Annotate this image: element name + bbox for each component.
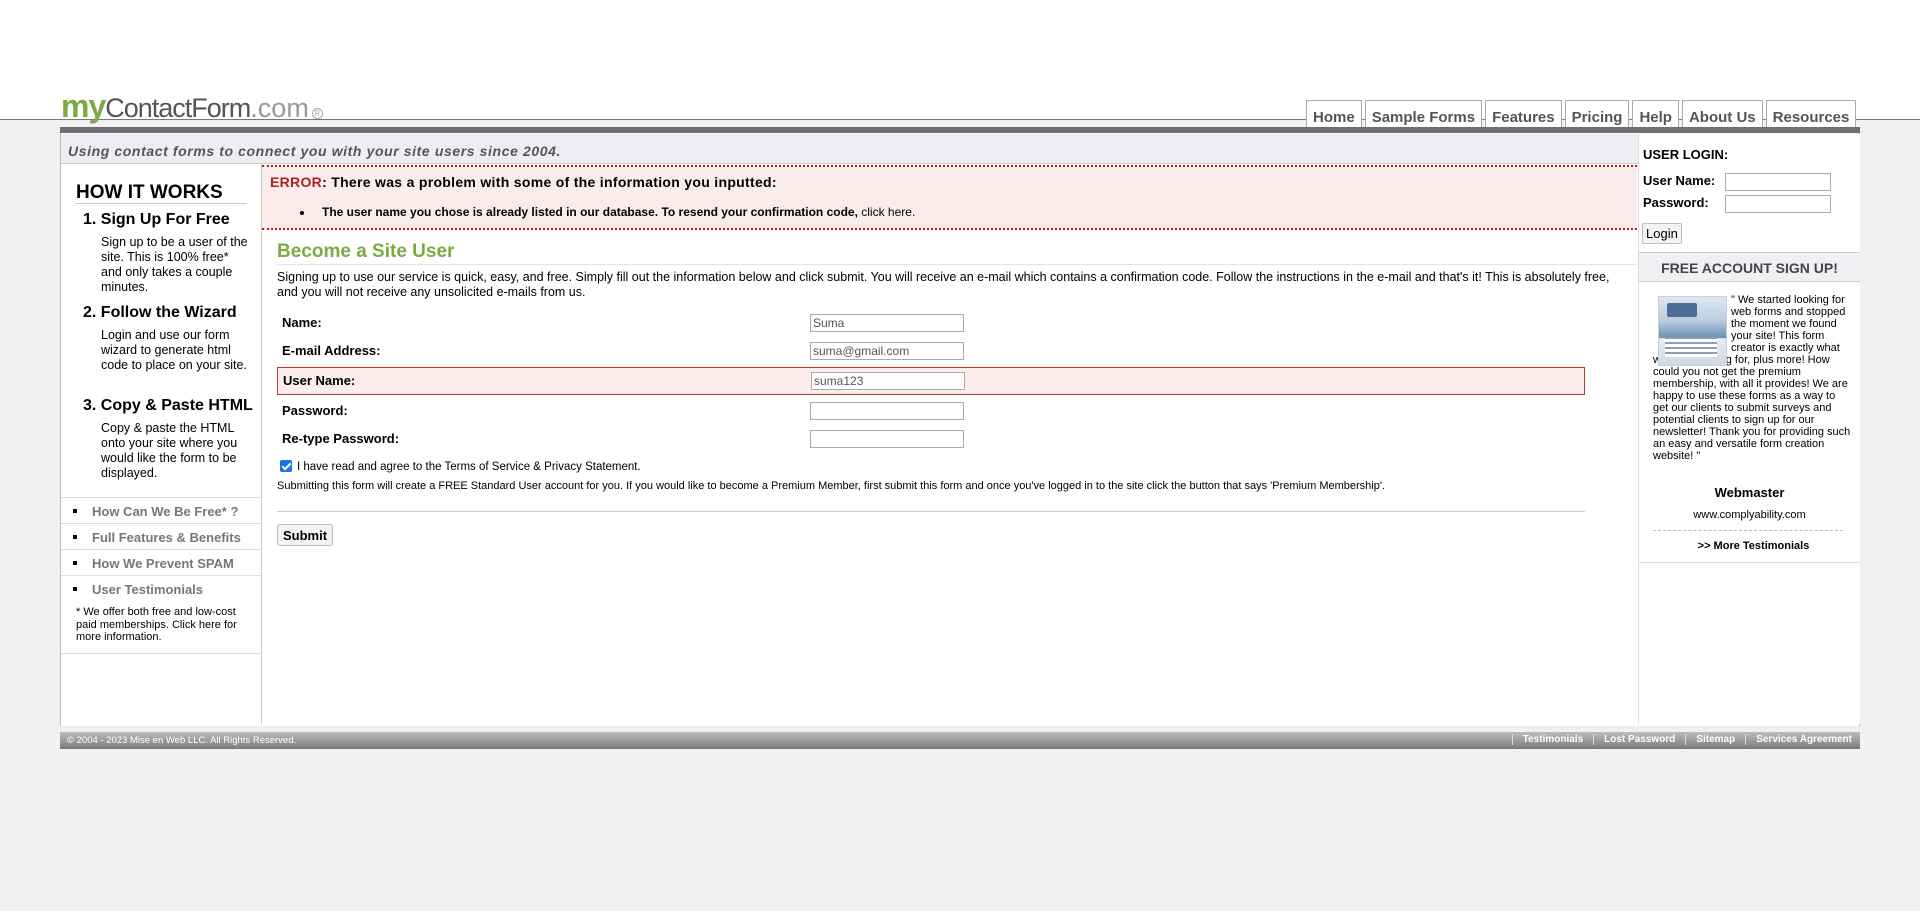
login-button[interactable]: Login <box>1642 223 1682 244</box>
nav-tab-resources[interactable]: Resources <box>1765 100 1857 127</box>
copyright: © 2004 - 2023 Mise en Web LLC. All Right… <box>67 735 297 746</box>
form-title-divider <box>277 264 1637 265</box>
username-field[interactable] <box>811 372 965 390</box>
username-row: User Name: <box>277 367 1585 395</box>
footer-link-services-agreement[interactable]: Services Agreement <box>1745 734 1852 745</box>
registered-icon: R <box>311 108 323 120</box>
step-3-title: 3. Copy & Paste HTML <box>83 397 253 414</box>
bullet-icon <box>73 587 77 591</box>
footer-link-testimonials[interactable]: Testimonials <box>1511 734 1593 745</box>
sidebar-link-label[interactable]: Full Features & Benefits <box>92 530 241 545</box>
error-detail: The user name you chose is already liste… <box>322 205 915 219</box>
retype-password-label: Re-type Password: <box>282 431 400 446</box>
frame-top-bar <box>60 127 1860 133</box>
login-username-input[interactable] <box>1725 173 1831 191</box>
name-row: Name: <box>277 309 1585 337</box>
free-signup-header: FREE ACCOUNT SIGN UP! <box>1639 252 1860 282</box>
right-column: USER LOGIN: User Name: Password: Login F… <box>1638 134 1860 724</box>
step-2-title: 2. Follow the Wizard <box>83 304 237 321</box>
logo-my: my <box>61 88 106 124</box>
step-3-description: Copy & paste the HTML onto your site whe… <box>101 421 238 480</box>
site-tagline: Using contact forms to connect you with … <box>68 143 561 159</box>
nav-tab-about-us[interactable]: About Us <box>1681 100 1763 127</box>
logo-contactform: ContactForm <box>105 93 251 123</box>
sidebar-links: How Can We Be Free* ? Full Features & Be… <box>61 497 261 601</box>
sidebar-link-features[interactable]: Full Features & Benefits <box>61 523 261 549</box>
terms-label[interactable]: I have read and agree to the Terms of Se… <box>297 461 641 473</box>
nav-tab-sample-forms[interactable]: Sample Forms <box>1364 100 1483 127</box>
password-label: Password: <box>282 403 348 418</box>
terms-checkbox[interactable] <box>280 460 292 472</box>
bullet-icon <box>300 211 304 215</box>
nav-tab-home[interactable]: Home <box>1306 100 1362 127</box>
how-it-works-sidebar: HOW IT WORKS 1. Sign Up For Free Sign up… <box>61 164 262 724</box>
error-detail-text: The user name you chose is already liste… <box>322 205 862 219</box>
footer-link-lost-password[interactable]: Lost Password <box>1593 734 1685 745</box>
submit-note: Submitting this form will create a FREE … <box>277 480 1386 492</box>
sidebar-link-label[interactable]: How Can We Be Free* ? <box>92 504 238 519</box>
logo-dotcom: .com <box>250 93 309 123</box>
username-label: User Name: <box>283 373 356 388</box>
membership-note[interactable]: * We offer both free and low-cost paid m… <box>76 606 251 644</box>
right-column-divider <box>1639 562 1860 563</box>
error-heading-text: : There was a problem with some of the i… <box>322 174 777 190</box>
sidebar-bottom-divider <box>61 653 261 654</box>
password-row: Password: <box>277 397 1585 425</box>
step-2-description: Login and use our form wizard to generat… <box>101 328 247 372</box>
footer-links: Testimonials Lost Password Sitemap Servi… <box>1511 734 1852 745</box>
top-navigation: Home Sample Forms Features Pricing Help … <box>1306 100 1859 128</box>
login-password-label: Password: <box>1643 195 1709 210</box>
login-username-label: User Name: <box>1643 173 1716 188</box>
sidebar-divider <box>75 203 247 204</box>
name-label: Name: <box>282 315 322 330</box>
sidebar-link-label[interactable]: How We Prevent SPAM <box>92 556 234 571</box>
form-intro: Signing up to use our service is quick, … <box>277 270 1610 299</box>
sidebar-link-spam[interactable]: How We Prevent SPAM <box>61 549 261 575</box>
sidebar-link-testimonials[interactable]: User Testimonials <box>61 575 261 601</box>
submit-divider <box>277 511 1585 512</box>
error-heading: ERROR: There was a problem with some of … <box>270 174 777 190</box>
password-field[interactable] <box>810 402 964 420</box>
how-it-works-title: HOW IT WORKS <box>76 182 223 203</box>
more-testimonials-link[interactable]: >> More Testimonials <box>1639 540 1868 552</box>
testimonial-divider <box>1653 530 1843 531</box>
free-signup-title: FREE ACCOUNT SIGN UP! <box>1661 260 1838 276</box>
nav-tab-features[interactable]: Features <box>1485 100 1562 127</box>
name-field[interactable] <box>810 314 964 332</box>
tagline-bar: Using contact forms to connect you with … <box>61 134 1639 164</box>
resend-confirmation-link[interactable]: click here. <box>861 205 915 219</box>
error-label: ERROR <box>270 174 323 190</box>
submit-button[interactable]: Submit <box>277 524 334 546</box>
retype-password-field[interactable] <box>810 430 964 448</box>
form-title: Become a Site User <box>277 241 455 262</box>
email-label: E-mail Address: <box>282 343 381 358</box>
footer: © 2004 - 2023 Mise en Web LLC. All Right… <box>60 732 1860 749</box>
step-1-description: Sign up to be a user of the site. This i… <box>101 235 248 294</box>
testimonial-screenshot-image <box>1658 296 1727 366</box>
bullet-icon <box>73 561 77 565</box>
testimonial-author: Webmaster <box>1714 485 1785 500</box>
email-field[interactable] <box>810 342 964 360</box>
nav-tab-pricing[interactable]: Pricing <box>1564 100 1630 127</box>
login-password-input[interactable] <box>1725 195 1831 213</box>
testimonial-site: www.complyability.com <box>1693 509 1806 521</box>
retype-password-row: Re-type Password: <box>277 425 1585 453</box>
email-row: E-mail Address: <box>277 337 1585 365</box>
site-logo[interactable]: myContactForm.com R <box>61 88 323 124</box>
error-message-box: ERROR: There was a problem with some of … <box>262 165 1637 230</box>
bullet-icon <box>73 535 77 539</box>
step-1-title: 1. Sign Up For Free <box>83 211 230 228</box>
user-login-title: USER LOGIN: <box>1643 147 1729 162</box>
bullet-icon <box>73 509 77 513</box>
nav-tab-help[interactable]: Help <box>1632 100 1679 127</box>
sidebar-link-how-free[interactable]: How Can We Be Free* ? <box>61 497 261 523</box>
sidebar-link-label[interactable]: User Testimonials <box>92 582 203 597</box>
footer-link-sitemap[interactable]: Sitemap <box>1685 734 1745 745</box>
